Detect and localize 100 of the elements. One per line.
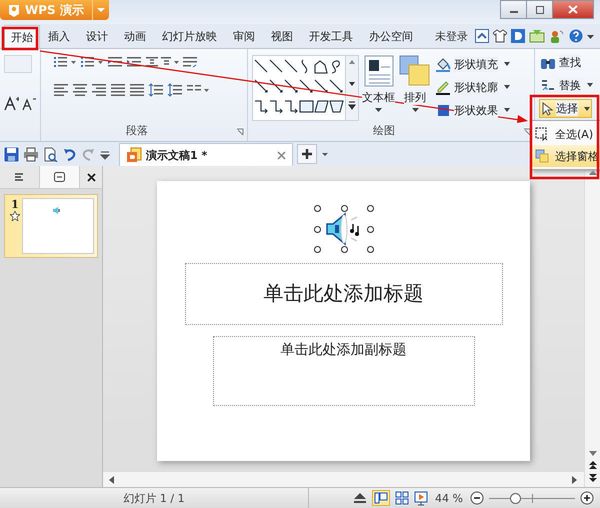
grid-view-icon[interactable]	[395, 491, 410, 505]
align-icon[interactable]	[91, 83, 107, 97]
align-icon[interactable]	[72, 83, 88, 97]
presentation-file-icon	[126, 147, 142, 163]
save-icon[interactable]	[4, 146, 19, 162]
text-box-button[interactable]: 文本框	[361, 55, 396, 121]
selection-handle[interactable]	[314, 246, 320, 252]
sound-object[interactable]	[316, 208, 370, 250]
shape-outline-button[interactable]: 形状轮廓	[434, 78, 511, 96]
replace-button[interactable]: 替换	[539, 76, 596, 94]
scroll-right-icon[interactable]	[572, 476, 578, 484]
selection-handle[interactable]	[366, 226, 374, 232]
grow-font-icon[interactable]	[4, 95, 19, 111]
slide-icon	[54, 172, 65, 182]
slide-thumbnail-row[interactable]: 1	[4, 194, 98, 258]
ribbon-tab[interactable]: 办公空间	[361, 26, 421, 46]
maximize-icon	[534, 6, 544, 14]
shape-fill-button[interactable]: 形状填充	[434, 55, 511, 73]
selection-handle[interactable]	[340, 246, 348, 252]
document-tab[interactable]: 演示文稿1 *	[119, 143, 293, 166]
slide-number: 1	[11, 198, 19, 211]
ribbon-tab[interactable]: 动画	[116, 26, 154, 46]
zoom-percent[interactable]: 44 %	[435, 492, 463, 504]
highlight-box	[2, 26, 38, 50]
replace-icon	[540, 77, 556, 93]
scroll-left-icon[interactable]	[109, 476, 115, 484]
normal-view-icon[interactable]	[372, 490, 390, 506]
print-icon[interactable]	[23, 146, 39, 162]
align-icon[interactable]	[129, 83, 145, 97]
selection-handle[interactable]	[340, 204, 348, 212]
logo-icon	[8, 4, 20, 16]
paragraph-spacing-icon[interactable]	[148, 83, 164, 97]
ribbon-tab[interactable]: 设计	[78, 26, 116, 46]
eject-icon[interactable]	[353, 492, 368, 504]
help-icon[interactable]	[569, 29, 583, 43]
shapes-gallery[interactable]	[252, 55, 359, 121]
collapse-icon[interactable]	[475, 29, 489, 43]
find-button[interactable]: 查找	[539, 54, 596, 71]
close-icon	[568, 5, 578, 14]
user-icon[interactable]	[549, 29, 565, 43]
ribbon-tab[interactable]: 审阅	[225, 26, 263, 46]
cursor-icon	[541, 102, 553, 116]
horizontal-scrollbar[interactable]	[103, 471, 584, 487]
ribbon-tab[interactable]: 开发工具	[301, 26, 361, 46]
select-all-icon	[535, 127, 549, 141]
zoom-in-icon[interactable]	[580, 491, 594, 505]
indent-icon[interactable]	[126, 55, 142, 69]
dialog-launcher-icon[interactable]	[523, 128, 531, 136]
text-direction-icon[interactable]	[182, 55, 198, 69]
menu-item[interactable]: 全选(A)	[532, 123, 600, 145]
arrange-button[interactable]: 排列	[398, 55, 432, 121]
login-status[interactable]: 未登录	[435, 28, 468, 44]
app-menu-dropdown[interactable]	[92, 0, 109, 20]
selection-handle[interactable]	[366, 246, 374, 252]
align-icon[interactable]	[110, 83, 126, 97]
caret-icon	[375, 108, 382, 113]
list-icon[interactable]	[53, 55, 77, 69]
slideshow-icon[interactable]	[414, 490, 428, 506]
caret-icon	[412, 108, 418, 113]
print-preview-icon[interactable]	[43, 146, 59, 162]
new-tab-button[interactable]	[297, 144, 317, 164]
speaker-icon	[53, 207, 61, 214]
selection-handle[interactable]	[366, 204, 374, 212]
slide-count: 幻灯片 1 / 1	[123, 490, 185, 506]
d-logo-icon[interactable]	[511, 29, 525, 43]
selection-handle[interactable]	[314, 226, 320, 232]
shape-effect-button[interactable]: 形状效果	[434, 101, 511, 119]
pen-icon	[435, 79, 451, 95]
undo-icon[interactable]	[63, 146, 77, 162]
paragraph-spacing-icon[interactable]	[167, 83, 183, 97]
scroll-down-icon[interactable]	[588, 451, 596, 457]
close-button[interactable]	[552, 0, 594, 19]
next-slide-icon[interactable]	[588, 473, 596, 483]
ribbon-tab[interactable]: 幻灯片放映	[154, 26, 225, 46]
subtitle-placeholder[interactable]: 单击此处添加副标题	[212, 336, 474, 406]
select-button[interactable]: 选择	[539, 99, 592, 118]
close-tab-icon[interactable]	[277, 150, 286, 160]
zoom-slider-thumb[interactable]	[510, 492, 521, 504]
layers-icon	[535, 149, 549, 163]
ribbon-tab[interactable]: 插入	[40, 26, 78, 46]
paint-bucket-icon	[435, 56, 451, 72]
group-label: 段落	[125, 123, 149, 138]
selection-handle[interactable]	[314, 204, 320, 212]
shirt-icon[interactable]	[493, 29, 507, 43]
previous-slide-icon[interactable]	[588, 460, 596, 470]
outline-icon	[14, 172, 24, 182]
line-spacing-icon[interactable]	[145, 55, 179, 69]
slides-tab[interactable]	[39, 166, 80, 188]
text-box-icon	[364, 55, 394, 87]
align-icon[interactable]	[53, 83, 69, 97]
dialog-launcher-icon[interactable]	[236, 128, 244, 136]
title-placeholder[interactable]: 单击此处添加标题	[184, 262, 502, 324]
animation-star-icon	[10, 211, 20, 221]
ribbon-tab[interactable]: 视图	[263, 26, 301, 46]
maximize-button[interactable]	[526, 0, 553, 19]
minimize-button[interactable]	[500, 0, 527, 19]
group-label: 绘图	[372, 123, 396, 138]
zoom-out-icon[interactable]	[470, 491, 484, 505]
envelope-icon[interactable]	[529, 29, 545, 43]
caret-icon	[96, 7, 105, 13]
